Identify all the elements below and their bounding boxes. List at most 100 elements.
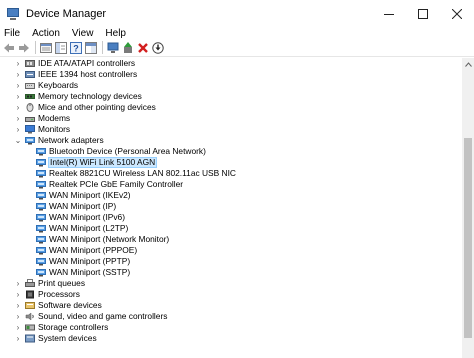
tree-category-row[interactable]: › Memory technology devices xyxy=(0,91,462,102)
chevron-right-icon[interactable]: › xyxy=(14,80,22,91)
tree-row-label: Mice and other pointing devices xyxy=(38,102,156,112)
tree-category-row[interactable]: › Print queues xyxy=(0,278,462,289)
chevron-right-icon[interactable]: › xyxy=(14,58,22,69)
vertical-scrollbar[interactable] xyxy=(462,58,474,358)
chevron-right-icon[interactable]: › xyxy=(14,278,22,289)
tree-row-label: Processors xyxy=(38,289,80,299)
chevron-right-icon[interactable]: › xyxy=(14,300,22,311)
network-adapter-icon xyxy=(25,136,35,145)
tree-device-row[interactable]: WAN Miniport (PPPOE) xyxy=(0,245,462,256)
tree-category-row[interactable]: › Monitors xyxy=(0,124,462,135)
tree-category-row[interactable]: › Modems xyxy=(0,113,462,124)
tree-category-row[interactable]: ⌄ Network adapters xyxy=(0,135,462,146)
tree-device-row[interactable]: WAN Miniport (PPTP) xyxy=(0,256,462,267)
tree-category-row[interactable]: › Processors xyxy=(0,289,462,300)
system-devices-icon xyxy=(25,334,35,343)
update-driver-button[interactable] xyxy=(121,41,134,54)
tree-row-label: System devices xyxy=(38,333,97,343)
tree-category-row[interactable]: › Storage controllers xyxy=(0,322,462,333)
network-adapter-icon xyxy=(36,169,46,178)
tree-row-label: WAN Miniport (IP) xyxy=(49,201,117,211)
minimize-icon xyxy=(384,14,394,15)
maximize-icon xyxy=(418,9,428,19)
maximize-button[interactable] xyxy=(406,0,440,28)
tree-row-label: IEEE 1394 host controllers xyxy=(38,69,138,79)
tree-category-row[interactable]: › Mice and other pointing devices xyxy=(0,102,462,113)
tree-row-label: WAN Miniport (IPv6) xyxy=(49,212,126,222)
tree-device-row[interactable]: Realtek PCIe GbE Family Controller xyxy=(0,179,462,190)
tree-row-label: Network adapters xyxy=(38,135,104,145)
tree-device-row[interactable]: WAN Miniport (IPv6) xyxy=(0,212,462,223)
tree-category-row[interactable]: › IDE ATA/ATAPI controllers xyxy=(0,58,462,69)
network-adapter-icon xyxy=(36,158,46,167)
tree-device-row[interactable]: WAN Miniport (IP) xyxy=(0,201,462,212)
tree-row-label: Modems xyxy=(38,113,71,123)
close-button[interactable] xyxy=(440,0,474,28)
scrollbar-thumb[interactable] xyxy=(464,138,472,338)
chevron-right-icon[interactable]: › xyxy=(14,333,22,344)
tree-row-label: WAN Miniport (Network Monitor) xyxy=(49,234,170,244)
tree-category-row[interactable]: › IEEE 1394 host controllers xyxy=(0,69,462,80)
forward-button[interactable] xyxy=(17,41,30,54)
chevron-right-icon[interactable]: › xyxy=(14,124,22,135)
network-adapter-icon xyxy=(36,202,46,211)
chevron-right-icon[interactable]: › xyxy=(14,311,22,322)
tree-category-row[interactable]: › Software devices xyxy=(0,300,462,311)
show-hide-console-tree-icon xyxy=(54,41,67,54)
title-bar[interactable]: Device Manager xyxy=(0,0,474,28)
tree-device-row[interactable]: WAN Miniport (Network Monitor) xyxy=(0,234,462,245)
close-icon xyxy=(452,9,462,19)
scroll-up-button[interactable] xyxy=(462,58,474,70)
chevron-right-icon[interactable]: › xyxy=(14,102,22,113)
network-adapter-icon xyxy=(36,257,46,266)
properties-button[interactable] xyxy=(39,41,52,54)
tree-row-label: Realtek PCIe GbE Family Controller xyxy=(49,179,184,189)
uninstall-device-button[interactable] xyxy=(136,41,149,54)
modem-icon xyxy=(25,114,35,123)
toolbar-separator xyxy=(102,41,103,54)
back-button[interactable] xyxy=(2,41,15,54)
download-driver-icon xyxy=(151,41,164,54)
keyboard-icon xyxy=(25,81,35,90)
toolbar-separator xyxy=(35,41,36,54)
chevron-right-icon[interactable]: › xyxy=(14,113,22,124)
properties-pane-button[interactable] xyxy=(84,41,97,54)
tree-category-row[interactable]: › Keyboards xyxy=(0,80,462,91)
back-arrow-icon xyxy=(3,43,14,52)
tree-category-row[interactable]: › Sound, video and game controllers xyxy=(0,311,462,322)
tree-device-row[interactable]: WAN Miniport (L2TP) xyxy=(0,223,462,234)
network-adapter-icon xyxy=(36,224,46,233)
toolbar: ? xyxy=(0,39,474,57)
tree-device-row[interactable]: WAN Miniport (SSTP) xyxy=(0,267,462,278)
network-adapter-icon xyxy=(36,147,46,156)
properties-icon xyxy=(39,42,52,53)
help-icon: ? xyxy=(69,41,82,54)
properties-pane-icon xyxy=(84,41,97,54)
tree-device-row[interactable]: WAN Miniport (IKEv2) xyxy=(0,190,462,201)
tree-row-label: Memory technology devices xyxy=(38,91,142,101)
chevron-down-icon[interactable]: ⌄ xyxy=(14,135,22,146)
device-tree[interactable]: › IDE ATA/ATAPI controllers › IEEE 1394 hos… xyxy=(0,58,462,358)
chevron-right-icon[interactable]: › xyxy=(14,289,22,300)
scan-hardware-button[interactable] xyxy=(106,41,119,54)
ieee1394-icon xyxy=(25,70,35,79)
update-driver-icon xyxy=(123,41,132,53)
tree-row-label: WAN Miniport (L2TP) xyxy=(49,223,129,233)
tree-row-label: Realtek 8821CU Wireless LAN 802.11ac USB… xyxy=(49,168,236,178)
tree-device-row[interactable]: Intel(R) WiFi Link 5100 AGN xyxy=(0,157,462,168)
download-driver-button[interactable] xyxy=(151,41,164,54)
chevron-right-icon[interactable]: › xyxy=(14,322,22,333)
minimize-button[interactable] xyxy=(372,0,406,28)
storage-controller-icon xyxy=(25,323,35,332)
tree-device-row[interactable]: Realtek 8821CU Wireless LAN 802.11ac USB… xyxy=(0,168,462,179)
monitor-icon xyxy=(25,125,35,134)
help-button[interactable]: ? xyxy=(69,41,82,54)
chevron-right-icon[interactable]: › xyxy=(14,69,22,80)
network-adapter-icon xyxy=(36,180,46,189)
tree-device-row[interactable]: Bluetooth Device (Personal Area Network) xyxy=(0,146,462,157)
tree-category-row[interactable]: › System devices xyxy=(0,333,462,344)
chevron-right-icon[interactable]: › xyxy=(14,91,22,102)
printer-icon xyxy=(25,279,35,288)
show-hide-console-tree-button[interactable] xyxy=(54,41,67,54)
tree-row-label: Print queues xyxy=(38,278,86,288)
